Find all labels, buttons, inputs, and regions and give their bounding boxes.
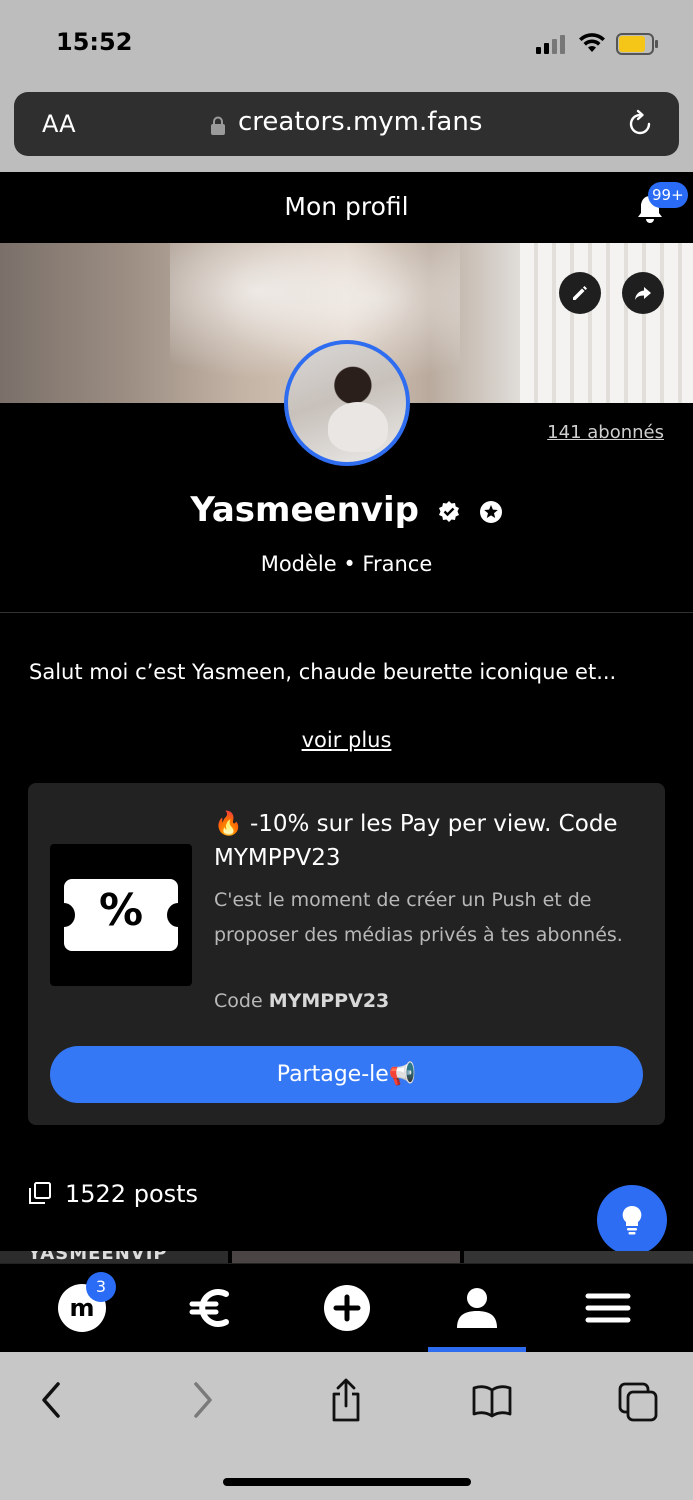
browser-toolbar — [0, 1352, 693, 1500]
promo-code-prefix: Code — [214, 990, 269, 1012]
discount-ticket-icon: % — [50, 844, 192, 986]
divider — [0, 612, 693, 613]
post-thumbnail[interactable] — [232, 1251, 460, 1263]
promo-description: C'est le moment de créer un Push et de p… — [214, 889, 623, 946]
edit-cover-button[interactable] — [559, 272, 601, 314]
promo-code-line: Code MYMPPV23 — [214, 990, 389, 1012]
username-row: Yasmeenvip — [0, 490, 693, 530]
address-bar[interactable]: AA creators.mym.fans — [14, 92, 679, 156]
posts-grid-peek: YASMEENVIP — [0, 1251, 693, 1263]
percent-symbol: % — [98, 885, 144, 936]
euro-icon — [189, 1289, 229, 1327]
verified-badge-icon — [438, 500, 459, 522]
page-title: Mon profil — [284, 192, 409, 221]
plus-circle-icon — [324, 1285, 370, 1331]
hamburger-menu-icon — [585, 1293, 631, 1323]
share-profile-button[interactable] — [622, 272, 664, 314]
person-icon — [457, 1288, 497, 1328]
text-size-label: AA — [42, 110, 76, 138]
promo-title: 🔥 -10% sur les Pay per view. Code MYMPPV… — [214, 811, 618, 871]
tips-button[interactable] — [597, 1185, 667, 1255]
wifi-icon — [579, 33, 605, 52]
reload-icon[interactable] — [625, 109, 655, 139]
promo-code: MYMPPV23 — [268, 990, 390, 1012]
tabs-icon[interactable] — [618, 1378, 658, 1422]
lock-icon — [211, 116, 225, 135]
subscribers-link[interactable]: 141 abonnés — [547, 422, 664, 443]
avatar[interactable] — [284, 340, 410, 466]
bio-text: Salut moi c’est Yasmeen, chaude beurette… — [29, 660, 617, 684]
lightbulb-icon — [622, 1205, 642, 1235]
profile-meta: Modèle • France — [260, 552, 433, 576]
tab-menu[interactable] — [582, 1282, 634, 1334]
share-icon[interactable] — [326, 1378, 366, 1422]
tab-create[interactable] — [321, 1282, 373, 1334]
share-arrow-icon — [635, 287, 651, 300]
battery-icon — [616, 33, 658, 55]
text-size-button[interactable]: AA — [42, 110, 76, 138]
notifications-badge: 99+ — [648, 182, 688, 208]
status-bar: 15:52 — [0, 0, 693, 80]
browser-address-area: AA creators.mym.fans — [0, 80, 693, 172]
username: Yasmeenvip — [190, 490, 419, 530]
post-thumbnail[interactable]: YASMEENVIP — [0, 1251, 228, 1263]
star-badge-icon — [479, 500, 502, 523]
back-icon[interactable] — [32, 1378, 72, 1422]
tab-profile[interactable] — [451, 1282, 503, 1334]
tab-revenue[interactable] — [186, 1282, 238, 1334]
app-header: Mon profil 99+ — [0, 172, 693, 242]
post-thumbnail-label: YASMEENVIP — [28, 1251, 168, 1263]
posts-count: 1522 posts — [29, 1180, 198, 1208]
forward-icon[interactable] — [182, 1378, 222, 1422]
promo-card: % 🔥 -10% sur les Pay per view. Code MYMP… — [28, 783, 665, 1125]
post-thumbnail[interactable] — [464, 1251, 693, 1263]
gallery-icon — [29, 1182, 51, 1204]
home-indicator — [223, 1478, 471, 1486]
bottom-tab-bar: m 3 — [0, 1263, 693, 1352]
see-more-link[interactable]: voir plus — [0, 728, 693, 752]
url-text[interactable]: creators.mym.fans — [238, 107, 482, 137]
messages-badge: 3 — [86, 1272, 116, 1302]
status-time: 15:52 — [56, 28, 133, 56]
bookmarks-icon[interactable] — [472, 1378, 512, 1422]
share-button[interactable]: Partage-le📢 — [50, 1046, 643, 1103]
posts-count-label: 1522 posts — [65, 1180, 199, 1208]
cellular-signal-icon — [536, 34, 568, 54]
pencil-icon — [573, 286, 587, 300]
